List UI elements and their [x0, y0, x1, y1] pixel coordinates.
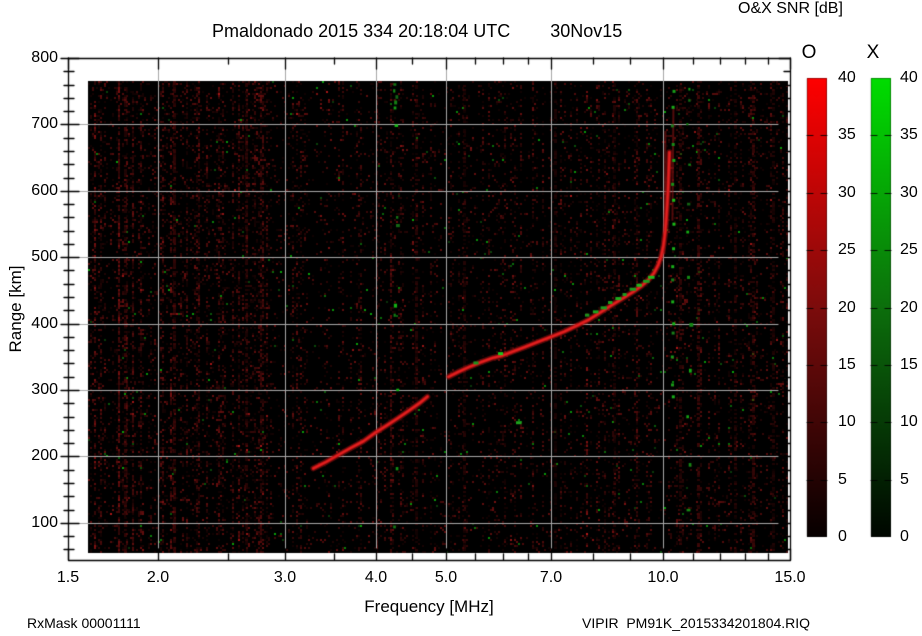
- colorbar-x-tick-label-5: 5: [900, 471, 909, 488]
- y-tick-label-800: 800: [31, 49, 58, 66]
- colorbar-x-tick-label-40: 40: [900, 69, 918, 86]
- y-tick-label-500: 500: [31, 248, 58, 265]
- x-axis-label: Frequency [MHz]: [364, 597, 494, 616]
- plot-title: Pmaldonado 2015 334 20:18:04 UTC 30Nov15: [212, 21, 623, 41]
- x-tick-label-10.0: 10.0: [647, 569, 679, 586]
- y-axis-label: Range [km]: [6, 265, 25, 353]
- colorbar-o-tick-label-10: 10: [838, 413, 856, 430]
- ionogram-page: { "window": { "title_line": "Pmaldonado …: [0, 0, 922, 636]
- colorbar-o-tick-label-0: 0: [838, 528, 847, 545]
- x-tick-label-3.0: 3.0: [273, 569, 297, 586]
- footer-filename: VIPIR PM91K_2015334201804.RIQ: [582, 615, 811, 631]
- colorbar-o-tick-label-20: 20: [838, 299, 856, 316]
- y-tick-label-700: 700: [31, 115, 58, 132]
- colorbar-x-tick-label-30: 30: [900, 184, 918, 201]
- x-tick-label-15.0: 15.0: [774, 569, 806, 586]
- colorbar-o-tick-label-35: 35: [838, 126, 856, 143]
- colorbar-x-header: X: [866, 42, 880, 63]
- colorbar-x-tick-label-10: 10: [900, 413, 918, 430]
- y-tick-label-100: 100: [31, 514, 58, 531]
- colorbar-o-tick-label-15: 15: [838, 356, 856, 373]
- colorbar-x-tick-label-0: 0: [900, 528, 909, 545]
- colorbar-x-tick-label-20: 20: [900, 299, 918, 316]
- x-tick-label-1.5: 1.5: [56, 569, 80, 586]
- colorbar-title: O&X SNR [dB]: [738, 0, 843, 17]
- colorbar-o-tick-label-40: 40: [838, 69, 856, 86]
- colorbar-o-tick-label-25: 25: [838, 241, 856, 258]
- x-tick-label-2.0: 2.0: [146, 569, 170, 586]
- x-tick-label-4.0: 4.0: [364, 569, 388, 586]
- colorbar-o-header: O: [801, 42, 817, 63]
- colorbar-o-tick-label-5: 5: [838, 471, 847, 488]
- x-tick-label-7.0: 7.0: [539, 569, 563, 586]
- footer-rxmask: RxMask 00001111: [27, 615, 141, 631]
- colorbar-o-tick-label-30: 30: [838, 184, 856, 201]
- colorbar-x-tick-label-35: 35: [900, 126, 918, 143]
- y-tick-label-200: 200: [31, 447, 58, 464]
- y-tick-label-300: 300: [31, 381, 58, 398]
- colorbar-x-tick-label-15: 15: [900, 356, 918, 373]
- y-tick-label-400: 400: [31, 315, 58, 332]
- ionogram-canvas: [0, 0, 922, 636]
- colorbar-x-tick-label-25: 25: [900, 241, 918, 258]
- x-tick-label-5.0: 5.0: [434, 569, 458, 586]
- y-tick-label-600: 600: [31, 182, 58, 199]
